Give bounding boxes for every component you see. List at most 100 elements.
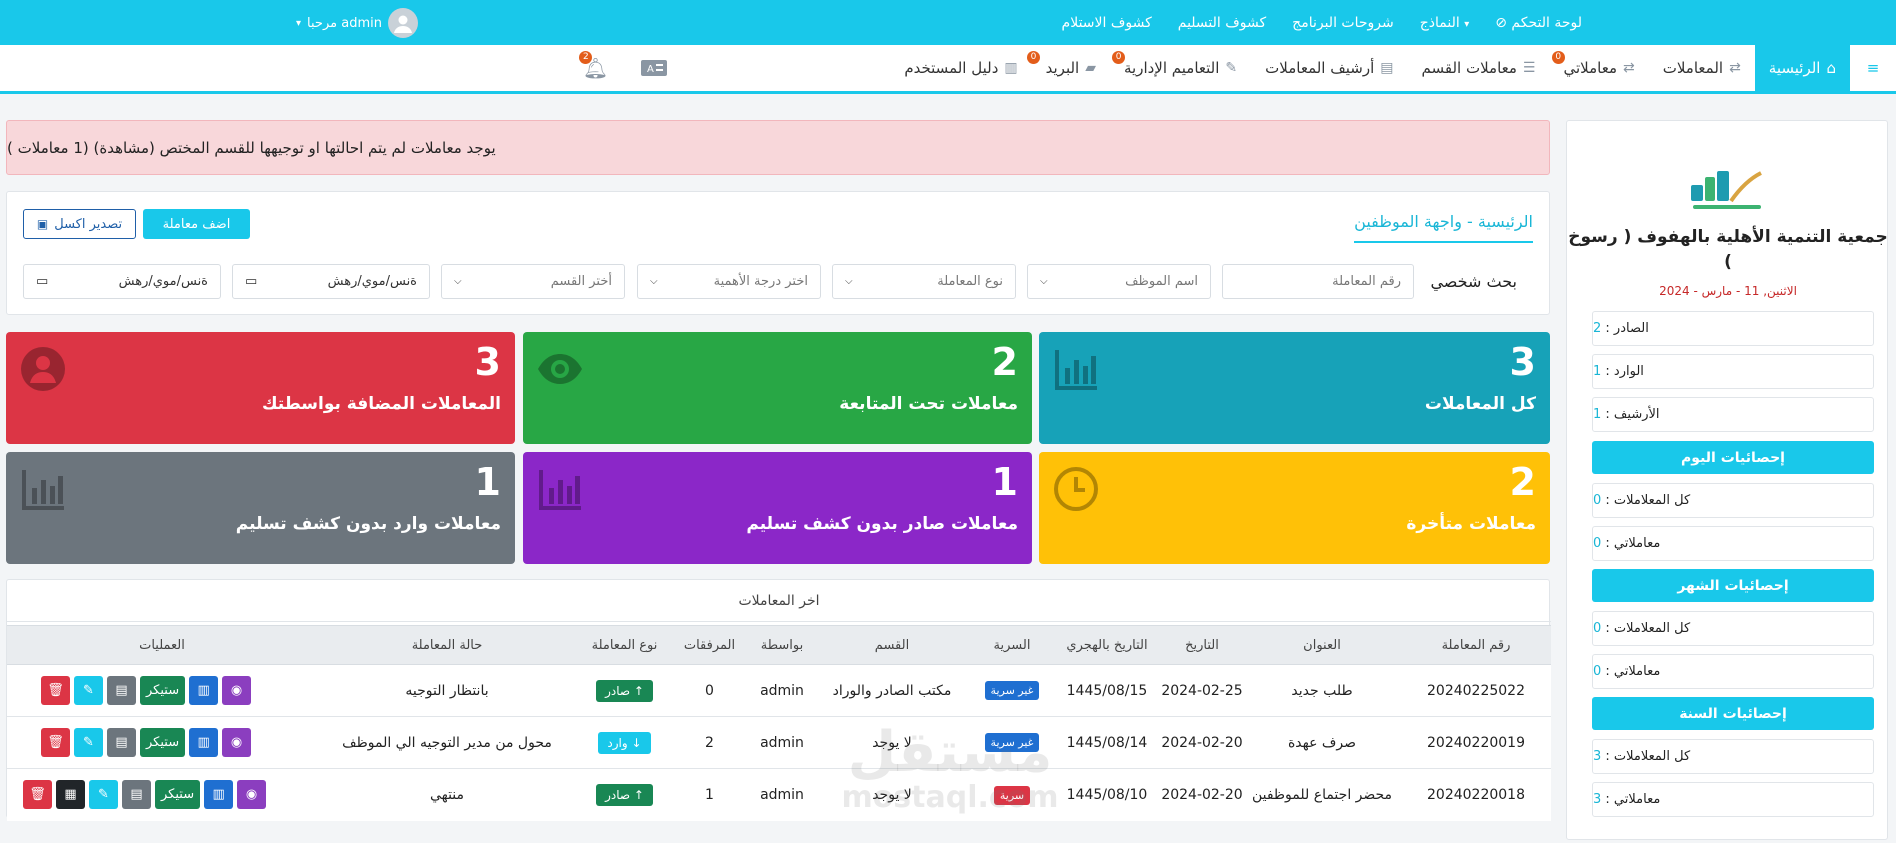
- archive-button[interactable]: ▤: [107, 728, 136, 757]
- nav-transactions[interactable]: ⇄ المعاملات: [1649, 45, 1755, 91]
- top-nav: ⊘ لوحة التحكم النماذج ▾ شروحات البرنامج …: [1062, 0, 1582, 45]
- delete-button[interactable]: 🗑︎: [41, 728, 70, 757]
- document-icon: ▦: [64, 787, 77, 802]
- barcode-icon: ▥: [197, 735, 210, 750]
- nav-my-transactions[interactable]: ⇄ 0 معاملاتي: [1549, 45, 1648, 91]
- latest-transactions-panel: اخر المعاملات رقم المعاملة العنوان التار…: [6, 579, 1551, 821]
- view-button[interactable]: ◉: [222, 728, 252, 757]
- chevron-down-icon: ⌵: [454, 276, 462, 287]
- filter-panel: الرئيسية - واجهة الموظفين اضف معاملة ▣ ت…: [6, 191, 1550, 315]
- edit-icon: ✎: [98, 787, 109, 802]
- today-mine: معاملاتي : 0: [1592, 526, 1874, 561]
- archive-button[interactable]: ▤: [107, 676, 136, 705]
- user-menu[interactable]: ▾ مرحبا admin: [296, 7, 418, 39]
- chart-icon: [22, 470, 64, 510]
- th-date: التاريخ: [1185, 637, 1219, 653]
- edit-icon: ✎: [1225, 60, 1238, 76]
- month-mine: معاملاتي : 0: [1592, 654, 1874, 689]
- top-nav-forms[interactable]: النماذج ▾: [1420, 15, 1470, 31]
- layers-icon: ☰: [1522, 60, 1536, 76]
- card-followup-transactions[interactable]: 2 معاملات تحت المتابعة: [523, 332, 1032, 444]
- barcode-icon: ▥: [212, 787, 225, 802]
- card-late-transactions[interactable]: 2 معاملات متأخرة: [1039, 452, 1550, 564]
- barcode-button[interactable]: ▥: [204, 780, 234, 809]
- importance-select[interactable]: اختر درجة الأهمية ⌵: [637, 264, 821, 299]
- nav-user-guide[interactable]: ▥ دليل المستخدم: [890, 45, 1031, 91]
- export-excel-button[interactable]: ▣ تصدير اكسل: [23, 209, 136, 239]
- barcode-button[interactable]: ▥: [189, 676, 219, 705]
- sticker-button[interactable]: ستيكر: [140, 676, 186, 705]
- chevron-down-icon: ⌵: [650, 276, 658, 287]
- card-incoming-no-delivery[interactable]: 1 معاملات وارد بدون كشف تسليم: [6, 452, 515, 564]
- table-title: اخر المعاملات: [7, 580, 1551, 622]
- archive-button[interactable]: ▤: [122, 780, 151, 809]
- clock-icon: [1054, 467, 1098, 511]
- th-actions: العمليات: [139, 637, 185, 653]
- archive-icon: ▤: [115, 683, 128, 698]
- trash-icon: 🗑︎: [29, 787, 46, 802]
- nav-mail[interactable]: ▰ 0 البريد: [1027, 45, 1110, 91]
- table-row: 20240225022 طلب جديد 2024-02-25 1445/08/…: [7, 665, 1551, 717]
- card-outgoing-no-delivery[interactable]: 1 معاملات صادر بدون كشف تسليم: [523, 452, 1032, 564]
- top-nav-receipt-lists[interactable]: كشوف الاستلام: [1062, 15, 1152, 31]
- language-toggle-button[interactable]: A: [628, 45, 680, 91]
- stat-archive[interactable]: الأرشيف : 1: [1592, 397, 1874, 432]
- top-nav-tutorials[interactable]: شروحات البرنامج: [1292, 15, 1394, 31]
- organization-logo: [1691, 171, 1762, 209]
- edit-button[interactable]: ✎: [74, 728, 103, 757]
- transaction-number-input[interactable]: رقم المعاملة: [1222, 264, 1414, 299]
- view-button[interactable]: ◉: [222, 676, 252, 705]
- today-stats-heading: إحصائيات اليوم: [1592, 441, 1874, 474]
- department-select[interactable]: أختر القسم ⌵: [441, 264, 625, 299]
- stat-incoming[interactable]: الوارد : 1: [1592, 354, 1874, 389]
- alert-banner[interactable]: يوجد معاملات لم يتم احالتها او توجيهها ل…: [6, 120, 1550, 175]
- edit-button[interactable]: ✎: [74, 676, 103, 705]
- right-sidebar: جمعية التنمية الأهلية بالهفوف ( رسوخ ) ا…: [1566, 120, 1888, 840]
- date-from-input[interactable]: ▭ ةنس/موي/رهش: [232, 264, 430, 299]
- archive-icon: ▤: [1380, 60, 1394, 76]
- date-to-input[interactable]: ▭ ةنس/موي/رهش: [23, 264, 221, 299]
- type-badge: صادر ↑: [596, 679, 653, 702]
- menu-toggle-button[interactable]: ≡: [1850, 45, 1896, 91]
- add-transaction-button[interactable]: اضف معاملة: [143, 209, 250, 239]
- employee-select[interactable]: اسم الموظف ⌵: [1027, 264, 1211, 299]
- barcode-button[interactable]: ▥: [189, 728, 219, 757]
- card-added-by-you[interactable]: 3 المعاملات المضافة بواسطتك: [6, 332, 515, 444]
- archive-icon: ▤: [130, 787, 143, 802]
- top-nav-delivery-lists[interactable]: كشوف التسليم: [1178, 15, 1266, 31]
- nav-department-transactions[interactable]: ☰ معاملات القسم: [1408, 45, 1550, 91]
- svg-text:A: A: [647, 64, 654, 75]
- hamburger-icon: ≡: [1866, 59, 1880, 77]
- chevron-down-icon: ⌵: [1040, 276, 1048, 287]
- notifications-button[interactable]: 🔔︎ 2: [563, 45, 628, 91]
- top-nav-dashboard[interactable]: ⊘ لوحة التحكم: [1495, 15, 1582, 31]
- edit-button[interactable]: ✎: [89, 780, 118, 809]
- delete-button[interactable]: 🗑︎: [41, 676, 70, 705]
- sticker-button[interactable]: ستيكر: [155, 780, 201, 809]
- transaction-type-select[interactable]: نوع المعاملة ⌵: [832, 264, 1016, 299]
- breadcrumb[interactable]: الرئيسية - واجهة الموظفين: [1354, 212, 1533, 243]
- th-by: بواسطة: [760, 637, 804, 653]
- nav-home[interactable]: ⌂ الرئيسية: [1754, 45, 1850, 91]
- table-row: 20240220018 محضر اجتماع للموظفين 2024-02…: [7, 769, 1551, 821]
- alert-text: يوجد معاملات لم يتم احالتها او توجيهها ل…: [7, 138, 496, 157]
- comment-icon: ▰: [1085, 60, 1096, 76]
- year-mine: معاملاتي : 3: [1592, 782, 1874, 817]
- view-button[interactable]: ◉: [237, 780, 267, 809]
- minutes-button[interactable]: ▦: [56, 780, 85, 809]
- th-number: رقم المعاملة: [1441, 637, 1511, 653]
- card-all-transactions[interactable]: 3 كل المعاملات: [1039, 332, 1550, 444]
- stat-outgoing[interactable]: الصادر : 2: [1592, 311, 1874, 346]
- edit-icon: ✎: [83, 735, 94, 750]
- trash-icon: 🗑︎: [47, 683, 64, 698]
- th-title: العنوان: [1303, 637, 1341, 653]
- current-date: الاثنين, 11 - مارس - 2024: [1659, 284, 1797, 298]
- type-badge: وارد ↓: [598, 731, 651, 754]
- sticker-button[interactable]: ستيكر: [140, 728, 186, 757]
- chart-icon: [539, 470, 581, 510]
- delete-button[interactable]: 🗑︎: [23, 780, 52, 809]
- nav-circulars[interactable]: ✎ 0 التعاميم الإدارية: [1110, 45, 1251, 91]
- row-actions: ◉ ▥ ستيكر ▤ ✎ 🗑︎: [41, 676, 252, 706]
- eye-icon: ◉: [230, 683, 243, 698]
- nav-archive[interactable]: ▤ أرشيف المعاملات: [1251, 45, 1407, 91]
